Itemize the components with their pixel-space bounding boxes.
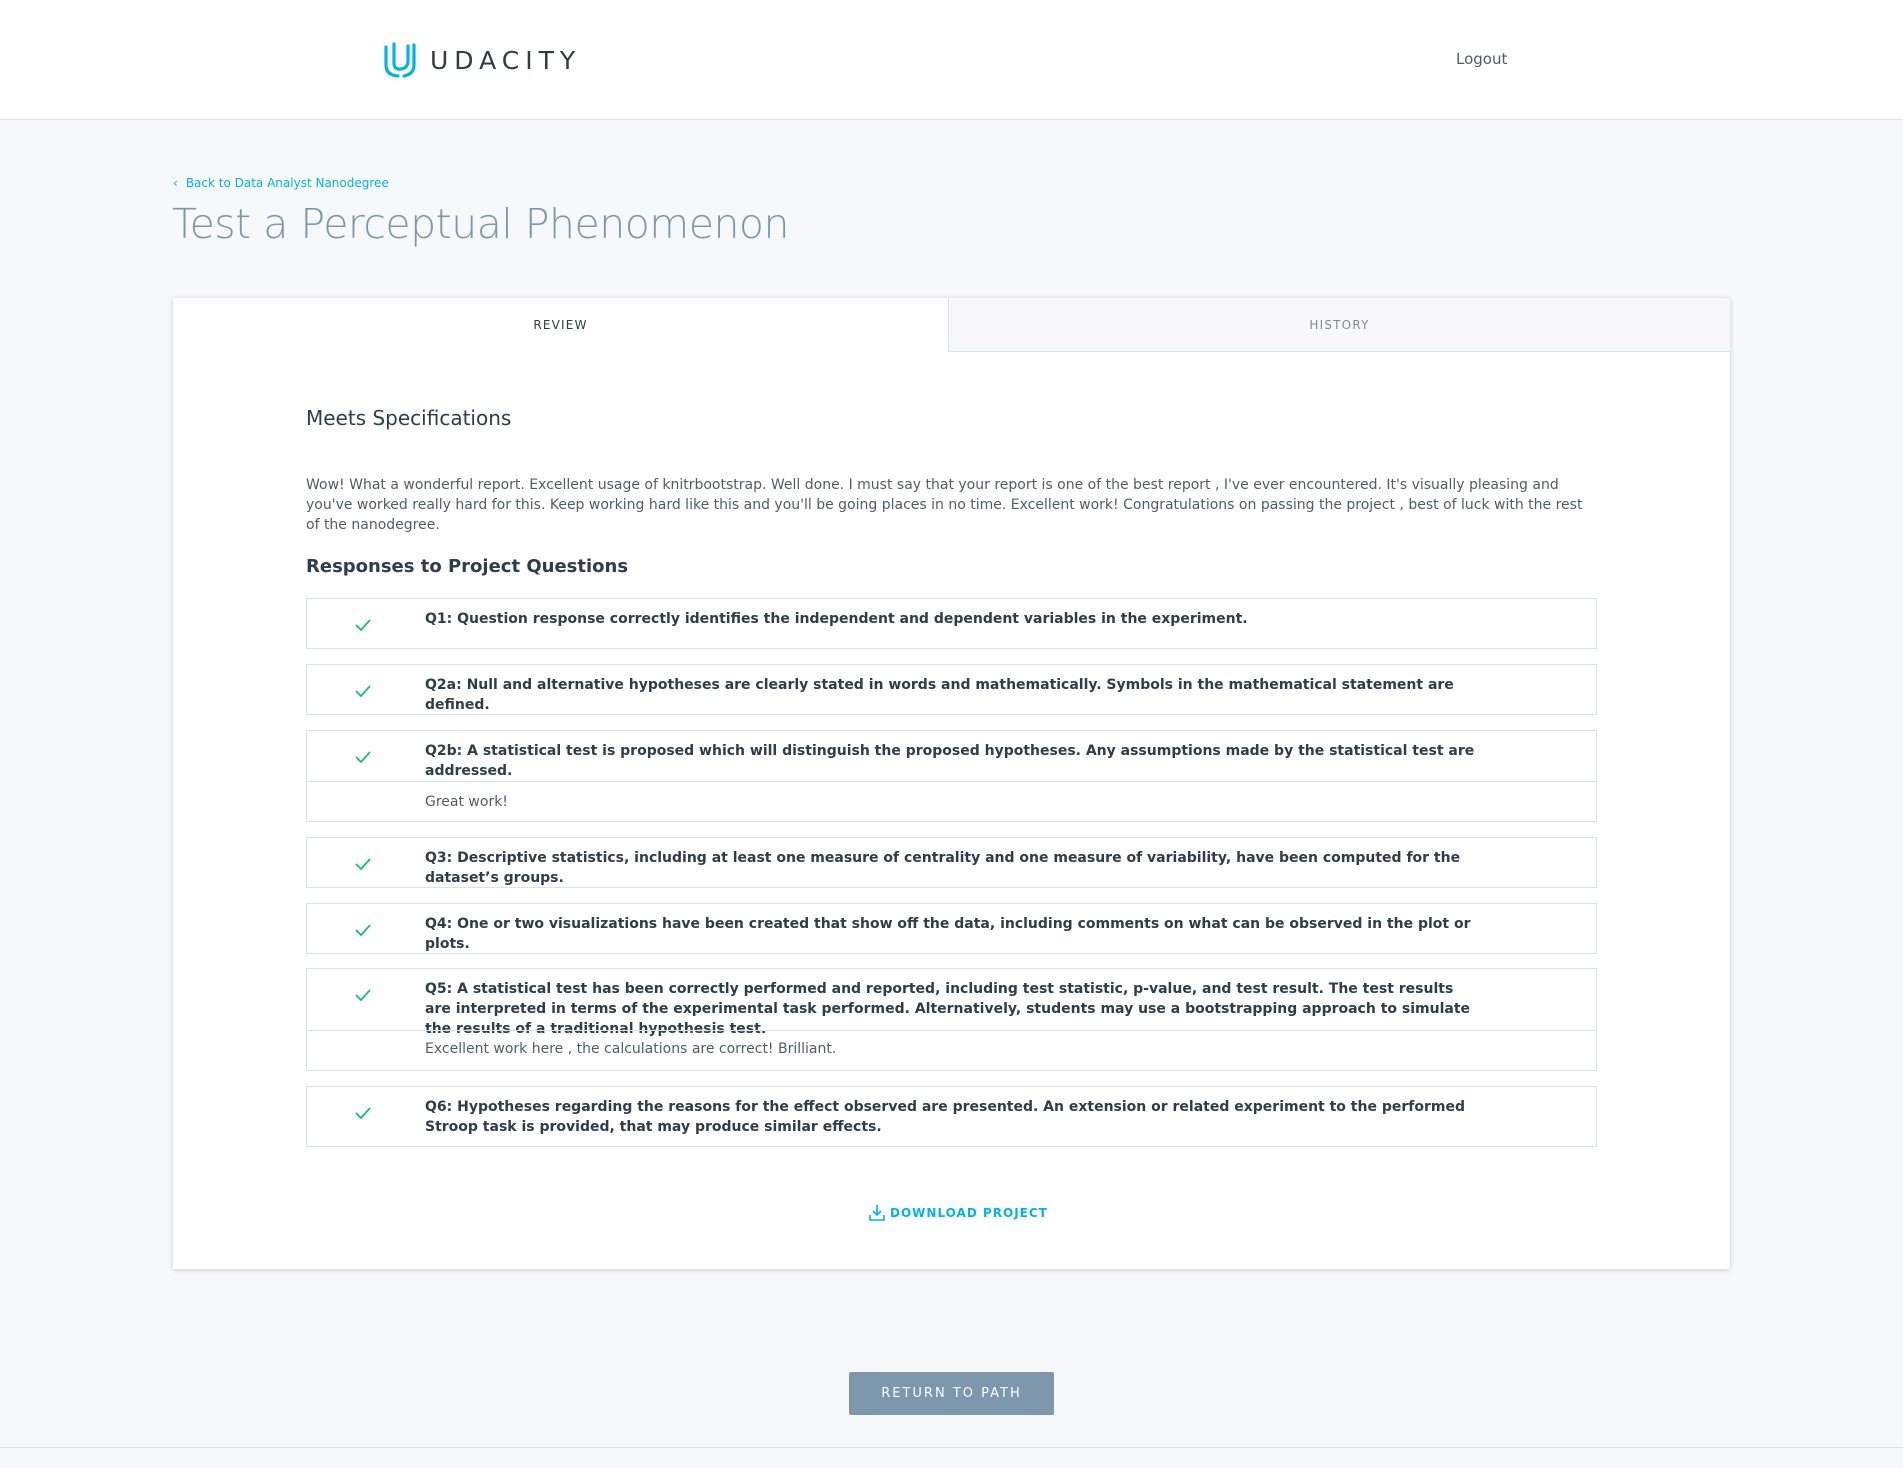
criterion-item: Q3: Descriptive statistics, including at…: [306, 837, 1597, 888]
criterion-comment: Excellent work here , the calculations a…: [307, 1030, 1596, 1071]
download-project-button[interactable]: DOWNLOAD PROJECT: [868, 1204, 1048, 1222]
tab-review[interactable]: REVIEW: [173, 298, 948, 352]
top-navigation-bar: UDACITY Logout: [0, 0, 1903, 120]
checkmark-icon: [355, 924, 371, 936]
section-title: Responses to Project Questions: [306, 556, 629, 577]
reviewer-summary: Wow! What a wonderful report. Excellent …: [306, 477, 1583, 533]
criterion-text: Q1: Question response correctly identifi…: [425, 611, 1248, 627]
download-icon: [869, 1205, 885, 1221]
criterion-item: Q2a: Null and alternative hypotheses are…: [306, 664, 1597, 715]
udacity-logo[interactable]: UDACITY: [380, 41, 581, 79]
criterion-item: Q4: One or two visualizations have been …: [306, 903, 1597, 954]
checkmark-icon: [355, 989, 371, 1001]
criterion-comment: Great work!: [307, 781, 1596, 822]
tab-history[interactable]: HISTORY: [948, 298, 1730, 352]
return-to-path-button[interactable]: RETURN TO PATH: [849, 1372, 1054, 1415]
review-verdict: Meets Specifications: [306, 406, 512, 430]
back-link-label: Back to Data Analyst Nanodegree: [185, 176, 389, 190]
logout-link[interactable]: Logout: [1456, 50, 1507, 68]
footer-divider: [0, 1447, 1903, 1448]
checkmark-icon: [355, 1107, 371, 1119]
criterion-item: Q2b: A statistical test is proposed whic…: [306, 730, 1597, 822]
chevron-left-icon: ‹: [173, 176, 178, 190]
criterion-text: Q3: Descriptive statistics, including at…: [425, 850, 1461, 886]
checkmark-icon: [355, 751, 371, 763]
criterion-text: Q2b: A statistical test is proposed whic…: [425, 743, 1475, 779]
criterion-item: Q1: Question response correctly identifi…: [306, 598, 1597, 649]
criterion-text: Q6: Hypotheses regarding the reasons for…: [425, 1099, 1465, 1135]
back-to-nanodegree-link[interactable]: ‹ Back to Data Analyst Nanodegree: [173, 176, 389, 190]
comment-text: Excellent work here , the calculations a…: [425, 1041, 837, 1057]
review-tabs: REVIEW HISTORY: [173, 298, 1730, 352]
criterion-text: Q4: One or two visualizations have been …: [425, 916, 1471, 952]
checkmark-icon: [355, 858, 371, 870]
logo-wordmark: UDACITY: [430, 45, 582, 75]
checkmark-icon: [355, 685, 371, 697]
review-card: REVIEW HISTORY Meets Specifications Wow!…: [173, 298, 1730, 1269]
comment-text: Great work!: [425, 794, 508, 810]
download-label: DOWNLOAD PROJECT: [890, 1206, 1048, 1220]
page-title: Test a Perceptual Phenomenon: [172, 200, 790, 248]
udacity-logo-icon: [384, 42, 416, 78]
criterion-text: Q2a: Null and alternative hypotheses are…: [425, 677, 1454, 713]
criterion-item: Q6: Hypotheses regarding the reasons for…: [306, 1086, 1597, 1147]
criterion-item: Q5: A statistical test has been correctl…: [306, 968, 1597, 1071]
checkmark-icon: [355, 619, 371, 631]
